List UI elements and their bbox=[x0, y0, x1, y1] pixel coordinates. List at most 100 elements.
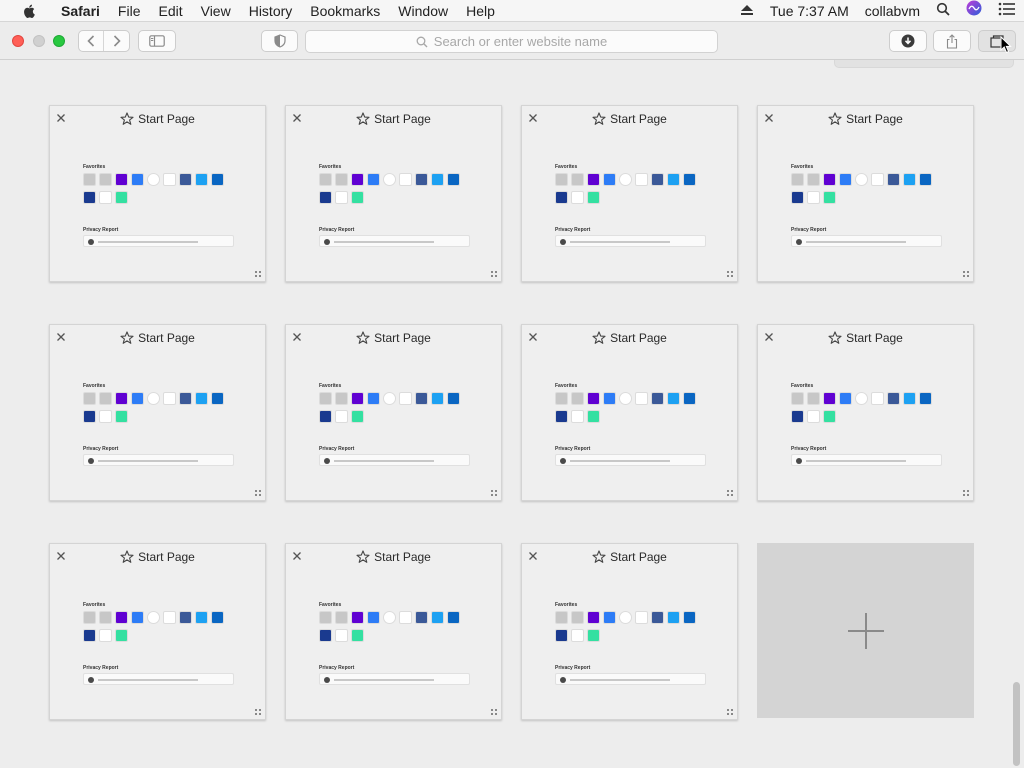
star-icon bbox=[356, 331, 370, 344]
favorite-site-icon bbox=[179, 611, 192, 624]
apple-logo-icon[interactable] bbox=[20, 3, 40, 19]
sidebar-button[interactable] bbox=[138, 30, 176, 52]
privacy-report-box bbox=[319, 235, 470, 247]
minimize-window-button[interactable] bbox=[33, 35, 45, 47]
share-button[interactable] bbox=[933, 30, 971, 52]
favorite-site-icon bbox=[587, 191, 600, 204]
new-tab-button[interactable] bbox=[757, 543, 974, 718]
favorites-heading: Favorites bbox=[319, 383, 342, 389]
favorite-site-icon bbox=[571, 173, 584, 186]
shield-icon bbox=[88, 677, 94, 683]
tab-header: Start Page bbox=[286, 110, 501, 128]
favorite-site-icon bbox=[351, 173, 364, 186]
downloads-button[interactable] bbox=[889, 30, 927, 52]
search-tabs-field[interactable] bbox=[834, 60, 1014, 68]
favorite-site-icon bbox=[99, 173, 112, 186]
star-icon bbox=[592, 331, 606, 344]
download-icon bbox=[901, 34, 915, 48]
favorite-site-icon bbox=[211, 173, 224, 186]
tab-header: Start Page bbox=[50, 110, 265, 128]
plus-icon bbox=[847, 612, 884, 649]
favorite-site-icon bbox=[351, 611, 364, 624]
eject-icon[interactable] bbox=[732, 0, 762, 22]
menu-view[interactable]: View bbox=[192, 0, 240, 22]
favorites-grid bbox=[555, 173, 715, 209]
tab-title: Start Page bbox=[610, 112, 667, 126]
favorites-heading: Favorites bbox=[791, 164, 814, 170]
menu-bar-status-area: Tue 7:37 AM collabvm bbox=[732, 0, 1024, 22]
tab-thumbnail[interactable]: Start Page Favorites Privacy Report bbox=[757, 105, 974, 282]
close-window-button[interactable] bbox=[12, 35, 24, 47]
vertical-scrollbar[interactable] bbox=[1013, 682, 1020, 766]
favorite-site-icon bbox=[651, 392, 664, 405]
tab-title: Start Page bbox=[374, 112, 431, 126]
tab-thumbnail[interactable]: Start Page Favorites Privacy Report bbox=[521, 543, 738, 720]
forward-button[interactable] bbox=[104, 31, 129, 51]
favorite-site-icon bbox=[99, 629, 112, 642]
menu-bar: Safari File Edit View History Bookmarks … bbox=[0, 0, 1024, 22]
menu-edit[interactable]: Edit bbox=[149, 0, 191, 22]
privacy-report-heading: Privacy Report bbox=[319, 446, 355, 452]
favorite-site-icon bbox=[887, 392, 900, 405]
favorite-site-icon bbox=[447, 611, 460, 624]
tab-thumbnail[interactable]: Start Page Favorites Privacy Report bbox=[521, 105, 738, 282]
privacy-report-heading: Privacy Report bbox=[555, 665, 591, 671]
favorite-site-icon bbox=[555, 629, 568, 642]
menu-safari[interactable]: Safari bbox=[52, 0, 109, 22]
favorite-site-icon bbox=[131, 173, 144, 186]
favorites-heading: Favorites bbox=[319, 164, 342, 170]
tab-thumbnail[interactable]: Start Page Favorites Privacy Report bbox=[49, 324, 266, 501]
favorite-site-icon bbox=[351, 191, 364, 204]
tab-thumbnail[interactable]: Start Page Favorites Privacy Report bbox=[521, 324, 738, 501]
shield-icon bbox=[324, 239, 330, 245]
tab-thumbnail[interactable]: Start Page Favorites Privacy Report bbox=[285, 105, 502, 282]
star-icon bbox=[828, 112, 842, 125]
address-search-field[interactable]: Search or enter website name bbox=[305, 30, 718, 53]
tab-header: Start Page bbox=[286, 329, 501, 347]
favorite-site-icon bbox=[651, 611, 664, 624]
menu-bookmarks[interactable]: Bookmarks bbox=[301, 0, 389, 22]
tab-thumbnail[interactable]: Start Page Favorites Privacy Report bbox=[285, 324, 502, 501]
tab-thumbnail[interactable]: Start Page Favorites Privacy Report bbox=[285, 543, 502, 720]
favorite-site-icon bbox=[635, 173, 648, 186]
privacy-report-heading: Privacy Report bbox=[319, 665, 355, 671]
favorites-heading: Favorites bbox=[555, 164, 578, 170]
favorite-site-icon bbox=[683, 611, 696, 624]
tab-header: Start Page bbox=[522, 110, 737, 128]
favorite-site-icon bbox=[431, 173, 444, 186]
menu-history[interactable]: History bbox=[240, 0, 302, 22]
favorite-site-icon bbox=[431, 611, 444, 624]
spotlight-search-icon[interactable] bbox=[928, 0, 958, 22]
menu-clock[interactable]: Tue 7:37 AM bbox=[762, 0, 857, 22]
favorite-site-icon bbox=[807, 410, 820, 423]
privacy-report-box bbox=[83, 454, 234, 466]
privacy-report-box bbox=[83, 673, 234, 685]
zoom-window-button[interactable] bbox=[53, 35, 65, 47]
menu-user[interactable]: collabvm bbox=[857, 0, 928, 22]
favorite-site-icon bbox=[619, 611, 632, 624]
notification-center-icon[interactable] bbox=[990, 0, 1024, 22]
tab-thumbnail[interactable]: Start Page Favorites Privacy Report bbox=[49, 543, 266, 720]
back-button[interactable] bbox=[79, 31, 105, 51]
tab-thumbnail[interactable]: Start Page Favorites Privacy Report bbox=[757, 324, 974, 501]
tab-thumbnail[interactable]: Start Page Favorites Privacy Report bbox=[49, 105, 266, 282]
favorite-site-icon bbox=[791, 392, 804, 405]
favorite-site-icon bbox=[195, 611, 208, 624]
favorite-site-icon bbox=[635, 392, 648, 405]
privacy-report-box bbox=[319, 673, 470, 685]
privacy-report-box bbox=[791, 235, 942, 247]
star-icon bbox=[356, 112, 370, 125]
favorites-grid bbox=[83, 611, 243, 647]
privacy-report-button[interactable] bbox=[261, 30, 298, 52]
favorites-heading: Favorites bbox=[83, 383, 106, 389]
menu-window[interactable]: Window bbox=[389, 0, 457, 22]
favorite-site-icon bbox=[587, 410, 600, 423]
menu-help[interactable]: Help bbox=[457, 0, 504, 22]
siri-icon[interactable] bbox=[958, 0, 990, 22]
favorite-site-icon bbox=[115, 629, 128, 642]
menu-file[interactable]: File bbox=[109, 0, 150, 22]
settings-icon bbox=[727, 271, 733, 277]
tab-title: Start Page bbox=[846, 112, 903, 126]
favorites-heading: Favorites bbox=[83, 164, 106, 170]
favorite-site-icon bbox=[115, 392, 128, 405]
